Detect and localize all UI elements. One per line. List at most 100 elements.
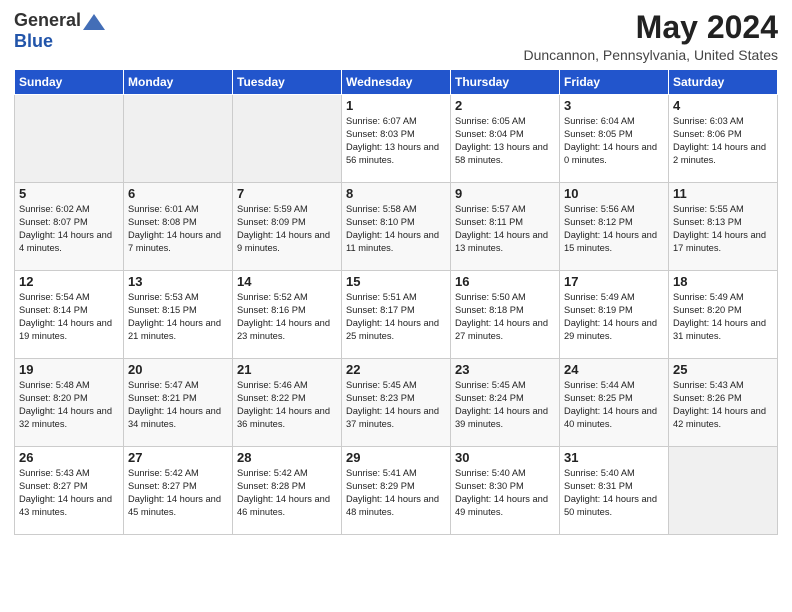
sunset-text: Sunset: 8:31 PM: [564, 480, 664, 493]
cell-day-number: 28: [237, 450, 337, 465]
cell-day-number: 8: [346, 186, 446, 201]
cell-day-number: 9: [455, 186, 555, 201]
cell-day-number: 14: [237, 274, 337, 289]
sunset-text: Sunset: 8:17 PM: [346, 304, 446, 317]
calendar-week-row: 19 Sunrise: 5:48 AMSunset: 8:20 PMDayligh…: [15, 359, 778, 447]
cell-day-number: 19: [19, 362, 119, 377]
cell-day-number: 25: [673, 362, 773, 377]
calendar-cell: 22Sunrise: 5:45 AMSunset: 8:23 PMDayligh…: [342, 359, 451, 447]
sunset-text: Sunset: 8:04 PM: [455, 128, 555, 141]
sunset-text: Sunset: 8:26 PM: [673, 392, 773, 405]
cell-info: Sunrise: 5:48 AMSunset: 8:20 PMDaylight:…: [19, 379, 119, 431]
cell-day-number: 4: [673, 98, 773, 113]
calendar-cell: 14Sunrise: 5:52 AMSunset: 8:16 PMDayligh…: [233, 271, 342, 359]
sunset-text: Sunset: 8:18 PM: [455, 304, 555, 317]
calendar-cell: [15, 95, 124, 183]
col-header-tuesday: Tuesday: [233, 70, 342, 95]
sunset-text: Sunset: 8:24 PM: [455, 392, 555, 405]
daylight-text: Daylight: 14 hours and 34 minutes.: [128, 405, 228, 431]
sunrise-text: Sunrise: 6:03 AM: [673, 115, 773, 128]
daylight-text: Daylight: 14 hours and 11 minutes.: [346, 229, 446, 255]
cell-info: Sunrise: 6:03 AMSunset: 8:06 PMDaylight:…: [673, 115, 773, 167]
daylight-text: Daylight: 14 hours and 0 minutes.: [564, 141, 664, 167]
sunrise-text: Sunrise: 5:45 AM: [346, 379, 446, 392]
daylight-text: Daylight: 14 hours and 49 minutes.: [455, 493, 555, 519]
cell-day-number: 5: [19, 186, 119, 201]
sunset-text: Sunset: 8:27 PM: [19, 480, 119, 493]
sunset-text: Sunset: 8:16 PM: [237, 304, 337, 317]
cell-info: Sunrise: 5:42 AMSunset: 8:27 PMDaylight:…: [128, 467, 228, 519]
cell-info: Sunrise: 6:05 AMSunset: 8:04 PMDaylight:…: [455, 115, 555, 167]
sunrise-text: Sunrise: 5:43 AM: [19, 467, 119, 480]
sunrise-text: Sunrise: 5:40 AM: [455, 467, 555, 480]
sunset-text: Sunset: 8:14 PM: [19, 304, 119, 317]
sunrise-text: Sunrise: 6:04 AM: [564, 115, 664, 128]
logo-blue-text: Blue: [14, 31, 53, 51]
cell-day-number: 24: [564, 362, 664, 377]
logo-icon: [83, 14, 105, 30]
col-header-monday: Monday: [124, 70, 233, 95]
cell-info: Sunrise: 5:59 AMSunset: 8:09 PMDaylight:…: [237, 203, 337, 255]
daylight-text: Daylight: 13 hours and 56 minutes.: [346, 141, 446, 167]
sunrise-text: Sunrise: 5:47 AM: [128, 379, 228, 392]
logo: General Blue: [14, 10, 105, 52]
col-header-friday: Friday: [560, 70, 669, 95]
daylight-text: Daylight: 14 hours and 7 minutes.: [128, 229, 228, 255]
daylight-text: Daylight: 14 hours and 50 minutes.: [564, 493, 664, 519]
calendar-cell: 2Sunrise: 6:05 AMSunset: 8:04 PMDaylight…: [451, 95, 560, 183]
calendar-table: SundayMondayTuesdayWednesdayThursdayFrid…: [14, 69, 778, 535]
cell-day-number: 29: [346, 450, 446, 465]
cell-day-number: 1: [346, 98, 446, 113]
cell-info: Sunrise: 6:01 AMSunset: 8:08 PMDaylight:…: [128, 203, 228, 255]
month-title: May 2024: [524, 10, 779, 45]
header: General Blue May 2024 Duncannon, Pennsyl…: [14, 10, 778, 63]
daylight-text: Daylight: 14 hours and 2 minutes.: [673, 141, 773, 167]
calendar-cell: 9Sunrise: 5:57 AMSunset: 8:11 PMDaylight…: [451, 183, 560, 271]
sunset-text: Sunset: 8:25 PM: [564, 392, 664, 405]
calendar-cell: 5Sunrise: 6:02 AMSunset: 8:07 PMDaylight…: [15, 183, 124, 271]
cell-day-number: 13: [128, 274, 228, 289]
sunset-text: Sunset: 8:06 PM: [673, 128, 773, 141]
calendar-cell: 1Sunrise: 6:07 AMSunset: 8:03 PMDaylight…: [342, 95, 451, 183]
sunrise-text: Sunrise: 5:49 AM: [673, 291, 773, 304]
cell-info: Sunrise: 5:54 AMSunset: 8:14 PMDaylight:…: [19, 291, 119, 343]
title-area: May 2024 Duncannon, Pennsylvania, United…: [524, 10, 779, 63]
col-header-sunday: Sunday: [15, 70, 124, 95]
sunrise-text: Sunrise: 5:53 AM: [128, 291, 228, 304]
sunset-text: Sunset: 8:13 PM: [673, 216, 773, 229]
sunrise-text: Sunrise: 5:44 AM: [564, 379, 664, 392]
calendar-week-row: 1Sunrise: 6:07 AMSunset: 8:03 PMDaylight…: [15, 95, 778, 183]
cell-day-number: 22: [346, 362, 446, 377]
sunset-text: Sunset: 8:08 PM: [128, 216, 228, 229]
sunset-text: Sunset: 8:22 PM: [237, 392, 337, 405]
cell-info: Sunrise: 5:53 AMSunset: 8:15 PMDaylight:…: [128, 291, 228, 343]
sunrise-text: Sunrise: 6:02 AM: [19, 203, 119, 216]
cell-day-number: 16: [455, 274, 555, 289]
calendar-cell: 19 Sunrise: 5:48 AMSunset: 8:20 PMDayligh…: [15, 359, 124, 447]
cell-day-number: 6: [128, 186, 228, 201]
cell-info: Sunrise: 5:43 AMSunset: 8:27 PMDaylight:…: [19, 467, 119, 519]
daylight-text: Daylight: 14 hours and 21 minutes.: [128, 317, 228, 343]
daylight-text: Daylight: 14 hours and 4 minutes.: [19, 229, 119, 255]
sunrise-text: Sunrise: 5:56 AM: [564, 203, 664, 216]
calendar-cell: 12Sunrise: 5:54 AMSunset: 8:14 PMDayligh…: [15, 271, 124, 359]
cell-info: Sunrise: 5:42 AMSunset: 8:28 PMDaylight:…: [237, 467, 337, 519]
calendar-cell: 7Sunrise: 5:59 AMSunset: 8:09 PMDaylight…: [233, 183, 342, 271]
daylight-text: Daylight: 14 hours and 36 minutes.: [237, 405, 337, 431]
calendar-cell: 10Sunrise: 5:56 AMSunset: 8:12 PMDayligh…: [560, 183, 669, 271]
daylight-text: Daylight: 14 hours and 23 minutes.: [237, 317, 337, 343]
calendar-cell: 17Sunrise: 5:49 AMSunset: 8:19 PMDayligh…: [560, 271, 669, 359]
cell-info: Sunrise: 5:44 AMSunset: 8:25 PMDaylight:…: [564, 379, 664, 431]
sunset-text: Sunset: 8:28 PM: [237, 480, 337, 493]
cell-day-number: 18: [673, 274, 773, 289]
sunrise-text: Sunrise: 5:55 AM: [673, 203, 773, 216]
calendar-cell: [669, 447, 778, 535]
calendar-week-row: 12Sunrise: 5:54 AMSunset: 8:14 PMDayligh…: [15, 271, 778, 359]
calendar-cell: [233, 95, 342, 183]
sunrise-text: Sunrise: 5:54 AM: [19, 291, 119, 304]
col-header-wednesday: Wednesday: [342, 70, 451, 95]
cell-info: Sunrise: 5:41 AMSunset: 8:29 PMDaylight:…: [346, 467, 446, 519]
calendar-cell: 6 Sunrise: 6:01 AMSunset: 8:08 PMDaylight…: [124, 183, 233, 271]
cell-info: Sunrise: 5:49 AMSunset: 8:19 PMDaylight:…: [564, 291, 664, 343]
sunrise-text: Sunrise: 5:41 AM: [346, 467, 446, 480]
